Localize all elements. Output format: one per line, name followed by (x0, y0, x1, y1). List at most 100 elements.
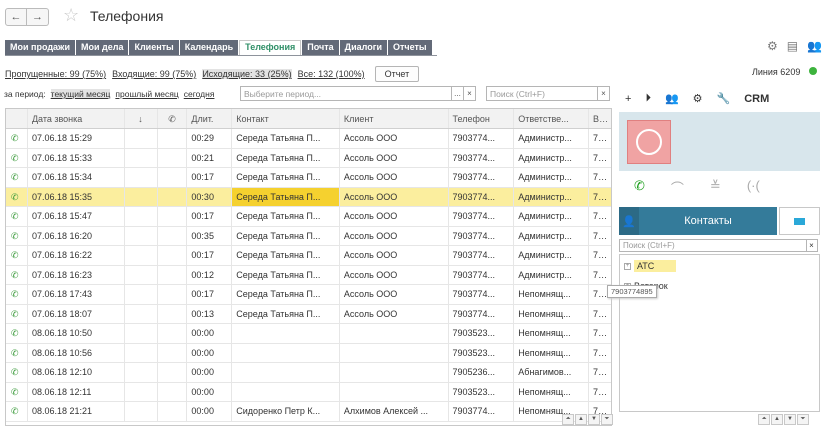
scroll-up-icon[interactable]: ▲ (771, 414, 783, 425)
users-icon[interactable]: 👥 (807, 39, 822, 53)
gear-icon[interactable]: ⚙ (693, 92, 703, 105)
cell-date: 07.06.18 16:22 (28, 246, 125, 265)
outgoing-call-icon: ✆ (6, 207, 28, 226)
callback-icon[interactable]: ✆ (158, 109, 188, 128)
cell-duration: 00:13 (187, 304, 233, 323)
hold-icon[interactable]: ≚ (710, 178, 721, 197)
cell-duration: 00:17 (187, 246, 233, 265)
scroll-down-icon[interactable]: ▼ (588, 414, 600, 425)
filter-missed[interactable]: Пропущенные: 99 (75%) (5, 69, 106, 79)
back-button[interactable]: ← (5, 8, 27, 26)
table-row[interactable]: ✆ 07.06.18 15:33 00:21 Середа Татьяна П... А… (6, 148, 611, 168)
scroll-first-icon[interactable]: ⏶ (562, 414, 574, 425)
transfer-icon[interactable]: (·( (747, 178, 760, 197)
tab-3[interactable]: Календарь (179, 40, 239, 55)
period-clear-button[interactable]: × (464, 86, 476, 101)
tab-6[interactable]: Диалоги (339, 40, 387, 55)
crm-button[interactable]: CRM (744, 93, 769, 105)
cell-internal: 790... (593, 269, 611, 280)
cell-date: 08.06.18 12:10 (28, 363, 125, 382)
tab-0[interactable]: Мои продажи (5, 40, 75, 55)
contacts-card-button[interactable] (779, 207, 820, 235)
table-row[interactable]: ✆ 08.06.18 10:56 00:00 7903523... Непомнящ..… (6, 343, 611, 363)
filter-all[interactable]: Все: 132 (100%) (298, 69, 365, 79)
contacts-search-input[interactable]: Поиск (Ctrl+F) (619, 239, 807, 252)
expand-icon[interactable]: + (624, 262, 631, 270)
cell-phone: 7903774... (449, 168, 515, 187)
col-client[interactable]: Клиент (340, 109, 449, 128)
window-title: Телефония (90, 8, 164, 24)
cell-responsible: Непомнящ... (514, 285, 590, 304)
contacts-search-clear[interactable]: × (806, 239, 818, 252)
clipboard-icon[interactable]: ▤ (787, 39, 798, 53)
caller-card (619, 112, 820, 171)
table-row[interactable]: ✆ 07.06.18 15:47 00:17 Середа Татьяна П... А… (6, 207, 611, 227)
tab-4[interactable]: Телефония (239, 40, 302, 55)
period-last-month[interactable]: прошлый месяц (115, 89, 178, 99)
cell-phone: 7903523... (449, 324, 515, 343)
scroll-last-icon[interactable]: ⏷ (797, 414, 809, 425)
cell-date: 07.06.18 16:20 (28, 226, 125, 245)
cell-internal: 790... (593, 191, 611, 202)
table-row[interactable]: ✆ 07.06.18 15:34 00:17 Середа Татьяна П... А… (6, 168, 611, 188)
table-row[interactable]: ✆ 07.06.18 18:07 00:13 Середа Татьяна П... А… (6, 304, 611, 324)
filter-outgoing[interactable]: Исходящие: 33 (25%) (202, 69, 292, 79)
col-internal[interactable]: Вн. ... (589, 109, 611, 128)
scroll-up-icon[interactable]: ▲ (575, 414, 587, 425)
period-input[interactable]: Выберите период... (240, 86, 452, 101)
favorite-star-icon[interactable]: ☆ (63, 5, 79, 26)
add-icon[interactable]: + (625, 93, 631, 105)
table-row[interactable]: ✆ 07.06.18 16:23 00:12 Середа Татьяна П... А… (6, 265, 611, 285)
search-input[interactable]: Поиск (Ctrl+F) (486, 86, 598, 101)
gear-icon[interactable]: ⚙ (767, 39, 778, 53)
filter-incoming[interactable]: Входящие: 99 (75%) (112, 69, 196, 79)
cell-client (340, 324, 449, 343)
sort-desc-icon[interactable]: ↓ (125, 109, 158, 128)
tree-node-ats[interactable]: + АТС (624, 260, 676, 272)
contacts-button[interactable]: 👤 Контакты (619, 207, 777, 235)
col-contact[interactable]: Контакт (232, 109, 340, 128)
table-row[interactable]: ✆ 08.06.18 10:50 00:00 7903523... Непомнящ..… (6, 324, 611, 344)
cell-phone: 7903774... (449, 285, 515, 304)
forward-button[interactable]: → (27, 8, 49, 26)
tab-7[interactable]: Отчеты (388, 40, 432, 55)
col-date[interactable]: Дата звонка (28, 109, 125, 128)
table-row[interactable]: ✆ 08.06.18 12:11 00:00 7903523... Непомнящ..… (6, 382, 611, 402)
tab-2[interactable]: Клиенты (129, 40, 179, 55)
cell-empty (125, 148, 158, 167)
tab-5[interactable]: Почта (302, 40, 339, 55)
search-clear-button[interactable]: × (598, 86, 610, 101)
table-row[interactable]: ✆ 07.06.18 16:22 00:17 Середа Татьяна П... А… (6, 246, 611, 266)
scroll-last-icon[interactable]: ⏷ (601, 414, 613, 425)
cell-duration: 00:17 (187, 168, 233, 187)
table-row[interactable]: ✆ 07.06.18 17:43 00:17 Середа Татьяна П... А… (6, 285, 611, 305)
answer-call-icon[interactable]: ✆ (634, 178, 645, 197)
col-phone[interactable]: Телефон (449, 109, 515, 128)
hangup-icon[interactable]: ⌒ (671, 178, 684, 197)
scroll-first-icon[interactable]: ⏶ (758, 414, 770, 425)
outgoing-call-icon: ✆ (6, 187, 28, 206)
period-current-month[interactable]: текущий месяц (50, 89, 111, 99)
table-row[interactable]: ✆ 07.06.18 15:35 00:30 Середа Татьяна П... А… (6, 187, 611, 207)
cell-date: 07.06.18 16:23 (28, 265, 125, 284)
col-responsible[interactable]: Ответстве... (514, 109, 590, 128)
period-select-button[interactable]: ... (452, 86, 464, 101)
cell-phone: 7903774... (449, 129, 515, 148)
table-row[interactable]: ✆ 07.06.18 16:20 00:35 Середа Татьяна П... А… (6, 226, 611, 246)
users-icon[interactable]: 👥 (665, 92, 679, 105)
scroll-down-icon[interactable]: ▼ (784, 414, 796, 425)
report-button[interactable]: Отчет (374, 66, 420, 82)
col-duration[interactable]: Длит. (187, 109, 233, 128)
outgoing-call-icon: ✆ (6, 304, 28, 323)
play-icon[interactable]: ⏵ (645, 92, 651, 105)
tab-1[interactable]: Мои дела (75, 40, 129, 55)
table-row[interactable]: ✆ 08.06.18 12:10 00:00 7905236... Абнагимов.… (6, 363, 611, 383)
wrench-icon[interactable]: 🔧 (717, 92, 731, 105)
period-today[interactable]: сегодня (184, 89, 215, 99)
cell-empty (125, 265, 158, 284)
table-row[interactable]: ✆ 08.06.18 21:21 00:00 Сидоренко Петр К... А… (6, 402, 611, 422)
table-row[interactable]: ✆ 07.06.18 15:29 00:29 Середа Татьяна П... А… (6, 129, 611, 149)
cell-phone: 7903774... (449, 207, 515, 226)
cell-empty (158, 363, 188, 382)
cell-phone: 7905236... (449, 363, 515, 382)
